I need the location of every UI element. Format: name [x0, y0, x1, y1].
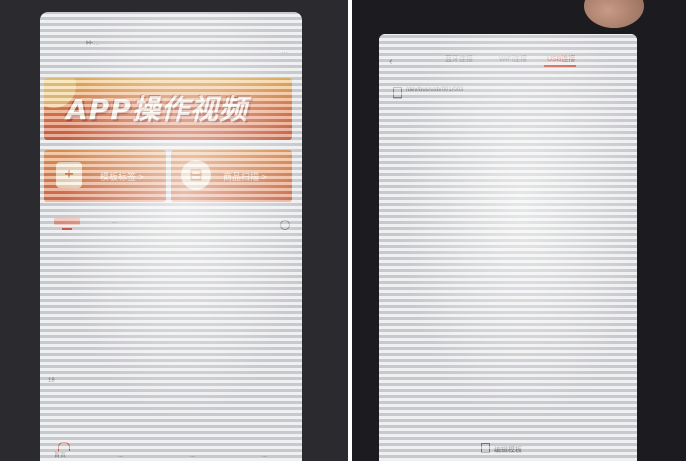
tab-wifi[interactable]: WiFi连接 [499, 54, 527, 64]
usb-device-path[interactable]: /dev/bus/usb/001/003 [406, 87, 463, 93]
back-arrow-icon[interactable]: ‹ [389, 56, 393, 68]
status-bar [40, 12, 302, 24]
phone-screen-home: H-... ... APP操作视频 + 模板标签 > ⊟ 商品扫描 > ... … [40, 12, 302, 461]
nav-item-4[interactable]: ... [262, 453, 267, 459]
side-number: 18 [48, 378, 55, 384]
edit-template-button[interactable]: 编辑模板 [481, 443, 522, 455]
phone-screen-connection: ‹ 蓝牙连接 WiFi连接 USB连接 /dev/bus/usb/001/003… [379, 34, 637, 461]
refresh-icon[interactable] [280, 220, 290, 230]
app-video-banner[interactable]: APP操作视频 [44, 78, 292, 140]
edit-icon [481, 443, 490, 453]
finger [584, 0, 644, 28]
scan-icon: ⊟ [181, 160, 211, 190]
product-scan-tile[interactable]: ⊟ 商品扫描 > [171, 150, 292, 202]
tab-usb[interactable]: USB连接 [547, 54, 575, 64]
tab-secondary[interactable]: ... [112, 219, 117, 225]
template-label-tile[interactable]: + 模板标签 > [44, 150, 166, 202]
edit-template-label: 编辑模板 [494, 447, 522, 454]
left-photo: H-... ... APP操作视频 + 模板标签 > ⊟ 商品扫描 > ... … [0, 0, 348, 461]
glare-overlay [379, 34, 637, 461]
header-right-label[interactable]: ... [281, 46, 288, 55]
tab-active-pill[interactable] [54, 218, 80, 225]
tile-label: 模板标签 > [100, 172, 144, 182]
moire-overlay [379, 34, 637, 461]
tile-label: 商品扫描 > [223, 172, 267, 182]
banner-title: APP操作视频 [66, 93, 248, 126]
nav-item-3[interactable]: ... [190, 453, 195, 459]
header-title: H-... [86, 40, 100, 47]
bottom-nav: 首页 ... ... ... [40, 442, 302, 461]
usb-device-icon [393, 87, 402, 99]
nav-item-2[interactable]: ... [118, 453, 123, 459]
nav-item-home[interactable]: 首页 [54, 450, 66, 459]
right-photo: ‹ 蓝牙连接 WiFi连接 USB连接 /dev/bus/usb/001/003… [352, 0, 686, 461]
tab-underline [544, 65, 576, 67]
tab-underline [62, 228, 72, 230]
tab-bluetooth[interactable]: 蓝牙连接 [445, 54, 473, 64]
plus-tag-icon: + [56, 162, 82, 188]
